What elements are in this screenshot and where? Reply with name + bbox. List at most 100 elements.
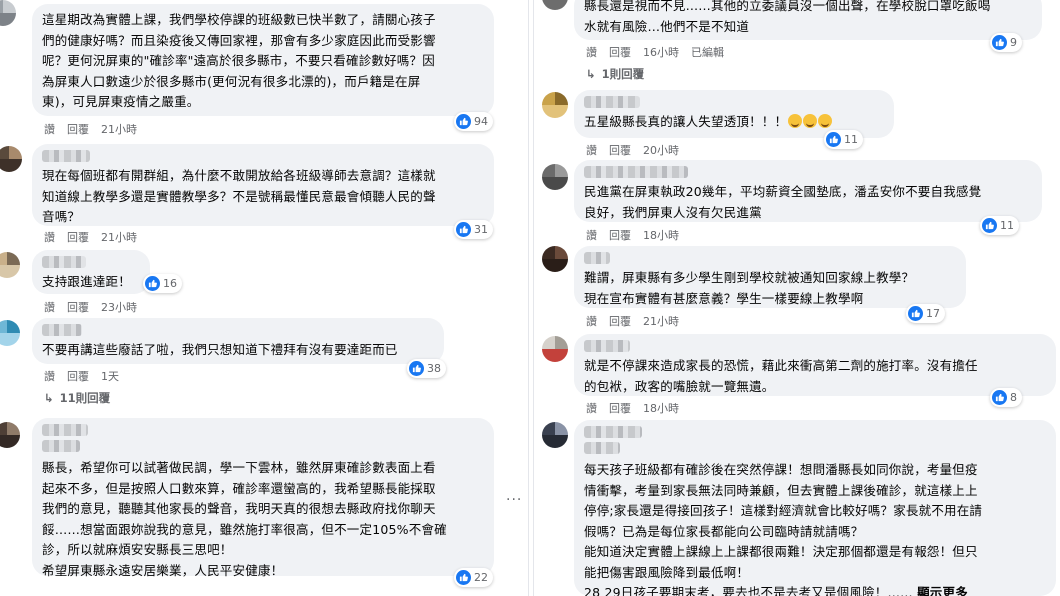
commenter-name-redacted — [584, 252, 610, 264]
comment-item: 就是不停課來造成家長的恐慌，藉此來衝高第二劑的施打率。沒有擔任 的包袱，政客的嘴… — [534, 330, 1060, 418]
comment-actions: 讚 回覆 1天 — [44, 368, 119, 384]
timestamp[interactable]: 21小時 — [101, 229, 137, 245]
timestamp[interactable]: 1天 — [101, 368, 119, 384]
comment-actions: 讚 回覆 21小時 — [586, 313, 679, 329]
comment-text: 現在每個班都有開群組，為什麼不敢開放給各班級導師去意調？這樣就 知道線上教學多還… — [42, 168, 436, 224]
like-button[interactable]: 讚 — [586, 227, 597, 243]
commenter-name-redacted — [42, 324, 82, 336]
timestamp[interactable]: 18小時 — [643, 227, 679, 243]
reaction-count[interactable]: 31 — [454, 220, 493, 239]
like-button[interactable]: 讚 — [44, 299, 55, 315]
reply-button[interactable]: 回覆 — [609, 44, 631, 60]
timestamp[interactable]: 21小時 — [643, 313, 679, 329]
like-thumb-icon — [908, 306, 923, 321]
reaction-count[interactable]: 94 — [454, 112, 493, 131]
comment-bubble: 不要再講這些廢話了啦，我們只想知道下禮拜有沒有要達距而已 — [32, 318, 444, 364]
reaction-count[interactable]: 22 — [454, 568, 493, 587]
grinning-emoji-icon — [788, 114, 803, 128]
reaction-count[interactable]: 11 — [980, 216, 1019, 235]
see-more-link[interactable]: 顯示更多 — [917, 585, 968, 596]
timestamp[interactable]: 23小時 — [101, 299, 137, 315]
comment-item: 民進黨在屏東執政20幾年，平均薪資全國墊底，潘孟安你不要自我感覺 良好，我們屏東… — [534, 156, 1060, 242]
comment-text: 縣長還是視而不見……其他的立委議員沒一個出聲，在學校脫口罩吃飯喝 水就有風險…他… — [584, 0, 991, 34]
comment-text: 縣長，希望你可以試著做民調，學一下雲林，雖然屏東確診數表面上看 起來不多，但是按… — [42, 460, 447, 578]
commenter-name-redacted — [584, 340, 630, 352]
comment-actions: 讚 回覆 23小時 — [44, 299, 137, 315]
like-button[interactable]: 讚 — [586, 44, 597, 60]
commenter-name-redacted — [42, 150, 90, 162]
like-button[interactable]: 讚 — [586, 400, 597, 416]
comment-bubble: 每天孩子班級都有確診後在突然停課！想問潘縣長如同你說，考量但疫 情衝擊，考量到家… — [574, 420, 1056, 596]
comment-text: 難謂，屏東縣有多少學生剛到學校就被通知回家線上教學？ 現在宣布實體有甚麼意義？學… — [584, 270, 915, 306]
like-thumb-icon — [982, 218, 997, 233]
reaction-count[interactable]: 38 — [407, 359, 446, 378]
like-thumb-icon — [145, 276, 160, 291]
commenter-name-redacted — [584, 166, 688, 178]
comment-item: 五星級縣長真的讓人失望透頂！！！ 讚 回覆 20小時 11 — [534, 86, 1060, 157]
avatar[interactable] — [542, 336, 568, 362]
reply-button[interactable]: 回覆 — [67, 368, 89, 384]
reaction-count[interactable]: 11 — [824, 130, 863, 149]
comment-actions: 讚 回覆 18小時 — [586, 227, 679, 243]
avatar[interactable] — [542, 246, 568, 272]
reaction-count[interactable]: 16 — [143, 274, 182, 293]
right-comments-panel: 縣長還是視而不見……其他的立委議員沒一個出聲，在學校脫口罩吃飯喝 水就有風險…他… — [534, 0, 1060, 596]
view-replies-link[interactable]: ↳ 11則回覆 — [44, 390, 110, 406]
avatar[interactable] — [542, 164, 568, 190]
comment-item: 現在每個班都有開群組，為什麼不敢開放給各班級導師去意調？這樣就 知道線上教學多還… — [0, 140, 528, 250]
like-button[interactable]: 讚 — [586, 313, 597, 329]
view-replies-link[interactable]: ↳ 1則回覆 — [586, 66, 644, 82]
comment-bubble: 就是不停課來造成家長的恐慌，藉此來衝高第二劑的施打率。沒有擔任 的包袱，政客的嘴… — [574, 334, 1056, 396]
commenter-name-redacted — [42, 424, 88, 436]
reply-button[interactable]: 回覆 — [67, 229, 89, 245]
like-button[interactable]: 讚 — [44, 229, 55, 245]
avatar[interactable] — [0, 422, 20, 448]
comment-item: 支持跟進達距！ 讚 回覆 23小時 16 — [0, 250, 528, 316]
comment-text: 就是不停課來造成家長的恐慌，藉此來衝高第二劑的施打率。沒有擔任 的包袱，政客的嘴… — [584, 358, 978, 394]
comment-bubble: 支持跟進達距！ — [32, 250, 150, 294]
comment-text: 不要再講這些廢話了啦，我們只想知道下禮拜有沒有要達距而已 — [42, 342, 398, 357]
grinning-emoji-icon — [818, 114, 833, 128]
comment-bubble: 民進黨在屏東執政20幾年，平均薪資全國墊底，潘孟安你不要自我感覺 良好，我們屏東… — [574, 160, 1042, 222]
comment-bubble: 這星期改為實體上課，我們學校停課的班級數已快半數了，請關心孩子 們的健康好嗎？而… — [32, 4, 494, 116]
avatar[interactable] — [0, 320, 20, 346]
avatar[interactable] — [0, 0, 16, 26]
reply-button[interactable]: 回覆 — [609, 313, 631, 329]
like-thumb-icon — [826, 132, 841, 147]
comment-item: 每天孩子班級都有確診後在突然停課！想問潘縣長如同你說，考量但疫 情衝擊，考量到家… — [534, 418, 1060, 596]
like-button[interactable]: 讚 — [44, 368, 55, 384]
comment-actions: 讚 回覆 21小時 — [44, 121, 137, 137]
like-thumb-icon — [409, 361, 424, 376]
reply-button[interactable]: 回覆 — [67, 121, 89, 137]
reaction-count[interactable]: 17 — [906, 304, 945, 323]
comment-actions: 讚 回覆 21小時 — [44, 229, 137, 245]
reply-arrow-icon: ↳ — [586, 67, 596, 81]
like-thumb-icon — [992, 390, 1007, 405]
like-button[interactable]: 讚 — [44, 121, 55, 137]
reaction-count[interactable]: 9 — [990, 33, 1022, 52]
reaction-count[interactable]: 8 — [990, 388, 1022, 407]
timestamp[interactable]: 18小時 — [643, 400, 679, 416]
avatar[interactable] — [542, 0, 568, 10]
reply-arrow-icon: ↳ — [44, 391, 54, 405]
more-options-icon[interactable]: ··· — [506, 492, 522, 508]
comment-item: 這星期改為實體上課，我們學校停課的班級數已快半數了，請關心孩子 們的健康好嗎？而… — [0, 0, 528, 140]
avatar[interactable] — [0, 146, 22, 172]
avatar[interactable] — [0, 252, 20, 278]
timestamp[interactable]: 16小時 — [643, 44, 679, 60]
reply-button[interactable]: 回覆 — [609, 227, 631, 243]
comment-text: 民進黨在屏東執政20幾年，平均薪資全國墊底，潘孟安你不要自我感覺 良好，我們屏東… — [584, 184, 982, 220]
comment-bubble: 現在每個班都有開群組，為什麼不敢開放給各班級導師去意調？這樣就 知道線上教學多還… — [32, 144, 494, 226]
comment-item: 難謂，屏東縣有多少學生剛到學校就被通知回家線上教學？ 現在宣布實體有甚麼意義？學… — [534, 242, 1060, 330]
avatar[interactable] — [542, 422, 568, 448]
commenter-name-redacted — [584, 426, 642, 438]
reply-button[interactable]: 回覆 — [67, 299, 89, 315]
like-thumb-icon — [992, 35, 1007, 50]
timestamp[interactable]: 21小時 — [101, 121, 137, 137]
commenter-name-redacted — [584, 96, 640, 108]
like-thumb-icon — [456, 114, 471, 129]
reply-button[interactable]: 回覆 — [609, 400, 631, 416]
comment-text: 每天孩子班級都有確診後在突然停課！想問潘縣長如同你說，考量但疫 情衝擊，考量到家… — [584, 460, 1046, 596]
comment-bubble: 縣長，希望你可以試著做民調，學一下雲林，雖然屏東確診數表面上看 起來不多，但是按… — [32, 418, 494, 578]
avatar[interactable] — [542, 92, 568, 118]
